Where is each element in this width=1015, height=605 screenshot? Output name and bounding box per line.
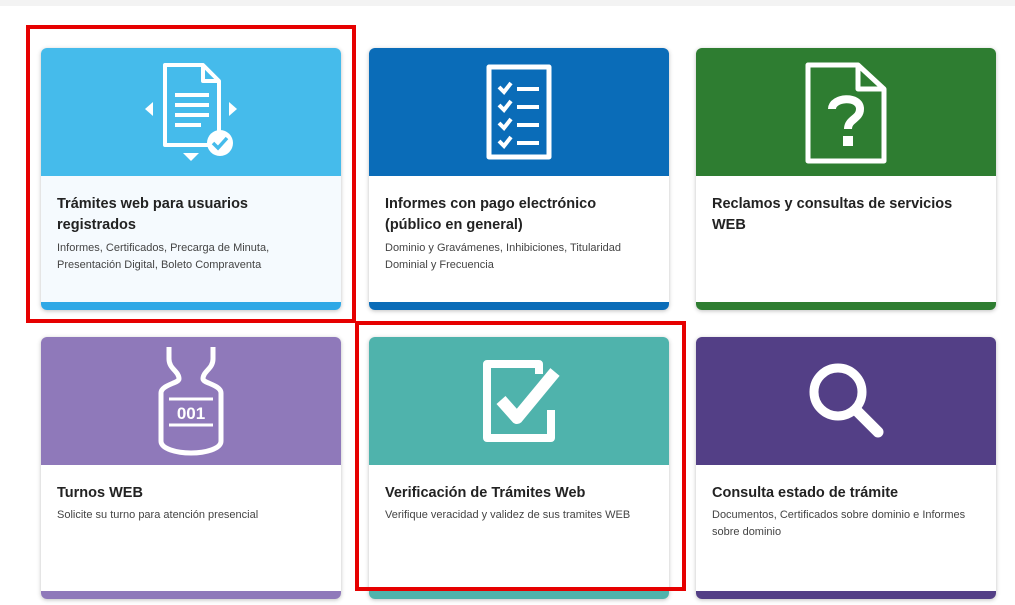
card-accent-bar [41, 591, 341, 599]
card-title: Turnos WEB [57, 485, 143, 501]
card-tramites-web-usuarios-registrados[interactable]: Trámites web para usuarios registrados I… [41, 48, 341, 310]
checklist-document-icon [486, 64, 552, 160]
card-body: Verificación de Trámites Web Verifique v… [369, 465, 669, 591]
card-accent-bar [369, 591, 669, 599]
card-body: Reclamos y consultas de servicios WEB [696, 176, 996, 302]
card-accent-bar [696, 302, 996, 310]
magnifier-icon [809, 363, 884, 438]
document-transfer-check-icon [145, 63, 237, 161]
top-divider [0, 0, 1015, 6]
card-header [369, 337, 669, 465]
card-turnos-web[interactable]: 001 Turnos WEB Solicite su turno para at… [41, 337, 341, 599]
card-header: 001 [41, 337, 341, 465]
card-body: Informes con pago electrónico (público e… [369, 176, 669, 302]
card-header [369, 48, 669, 176]
checkbox-checked-icon [483, 360, 560, 442]
card-accent-bar [41, 302, 341, 310]
card-header [696, 48, 996, 176]
card-description: Verifique veracidad y validez de sus tra… [385, 509, 631, 521]
card-title: Reclamos y consultas de servicios WEB [712, 196, 953, 233]
card-title: Consulta estado de trámite [712, 485, 899, 501]
question-document-icon [805, 62, 887, 164]
card-verificacion-tramites-web[interactable]: Verificación de Trámites Web Verifique v… [369, 337, 669, 599]
card-accent-bar [696, 591, 996, 599]
card-description: Dominio y Gravámenes, Inhibiciones, Titu… [385, 242, 622, 271]
queue-ticket-icon: 001 [158, 347, 224, 456]
card-body: Trámites web para usuarios registrados I… [41, 176, 341, 302]
card-description: Documentos, Certificados sobre dominio e… [712, 509, 966, 538]
card-reclamos-consultas[interactable]: Reclamos y consultas de servicios WEB [696, 48, 996, 310]
card-description: Informes, Certificados, Precarga de Minu… [57, 242, 270, 271]
card-header [696, 337, 996, 465]
card-title: Informes con pago electrónico (público e… [385, 196, 597, 233]
card-accent-bar [369, 302, 669, 310]
card-body: Turnos WEB Solicite su turno para atenci… [41, 465, 341, 591]
card-title: Verificación de Trámites Web [385, 485, 586, 501]
card-body: Consulta estado de trámite Documentos, C… [696, 465, 996, 591]
card-description: Solicite su turno para atención presenci… [57, 509, 259, 521]
card-title: Trámites web para usuarios registrados [57, 196, 248, 233]
card-header [41, 48, 341, 176]
card-consulta-estado-tramite[interactable]: Consulta estado de trámite Documentos, C… [696, 337, 996, 599]
card-informes-pago-electronico[interactable]: Informes con pago electrónico (público e… [369, 48, 669, 310]
ticket-number: 001 [177, 404, 205, 423]
